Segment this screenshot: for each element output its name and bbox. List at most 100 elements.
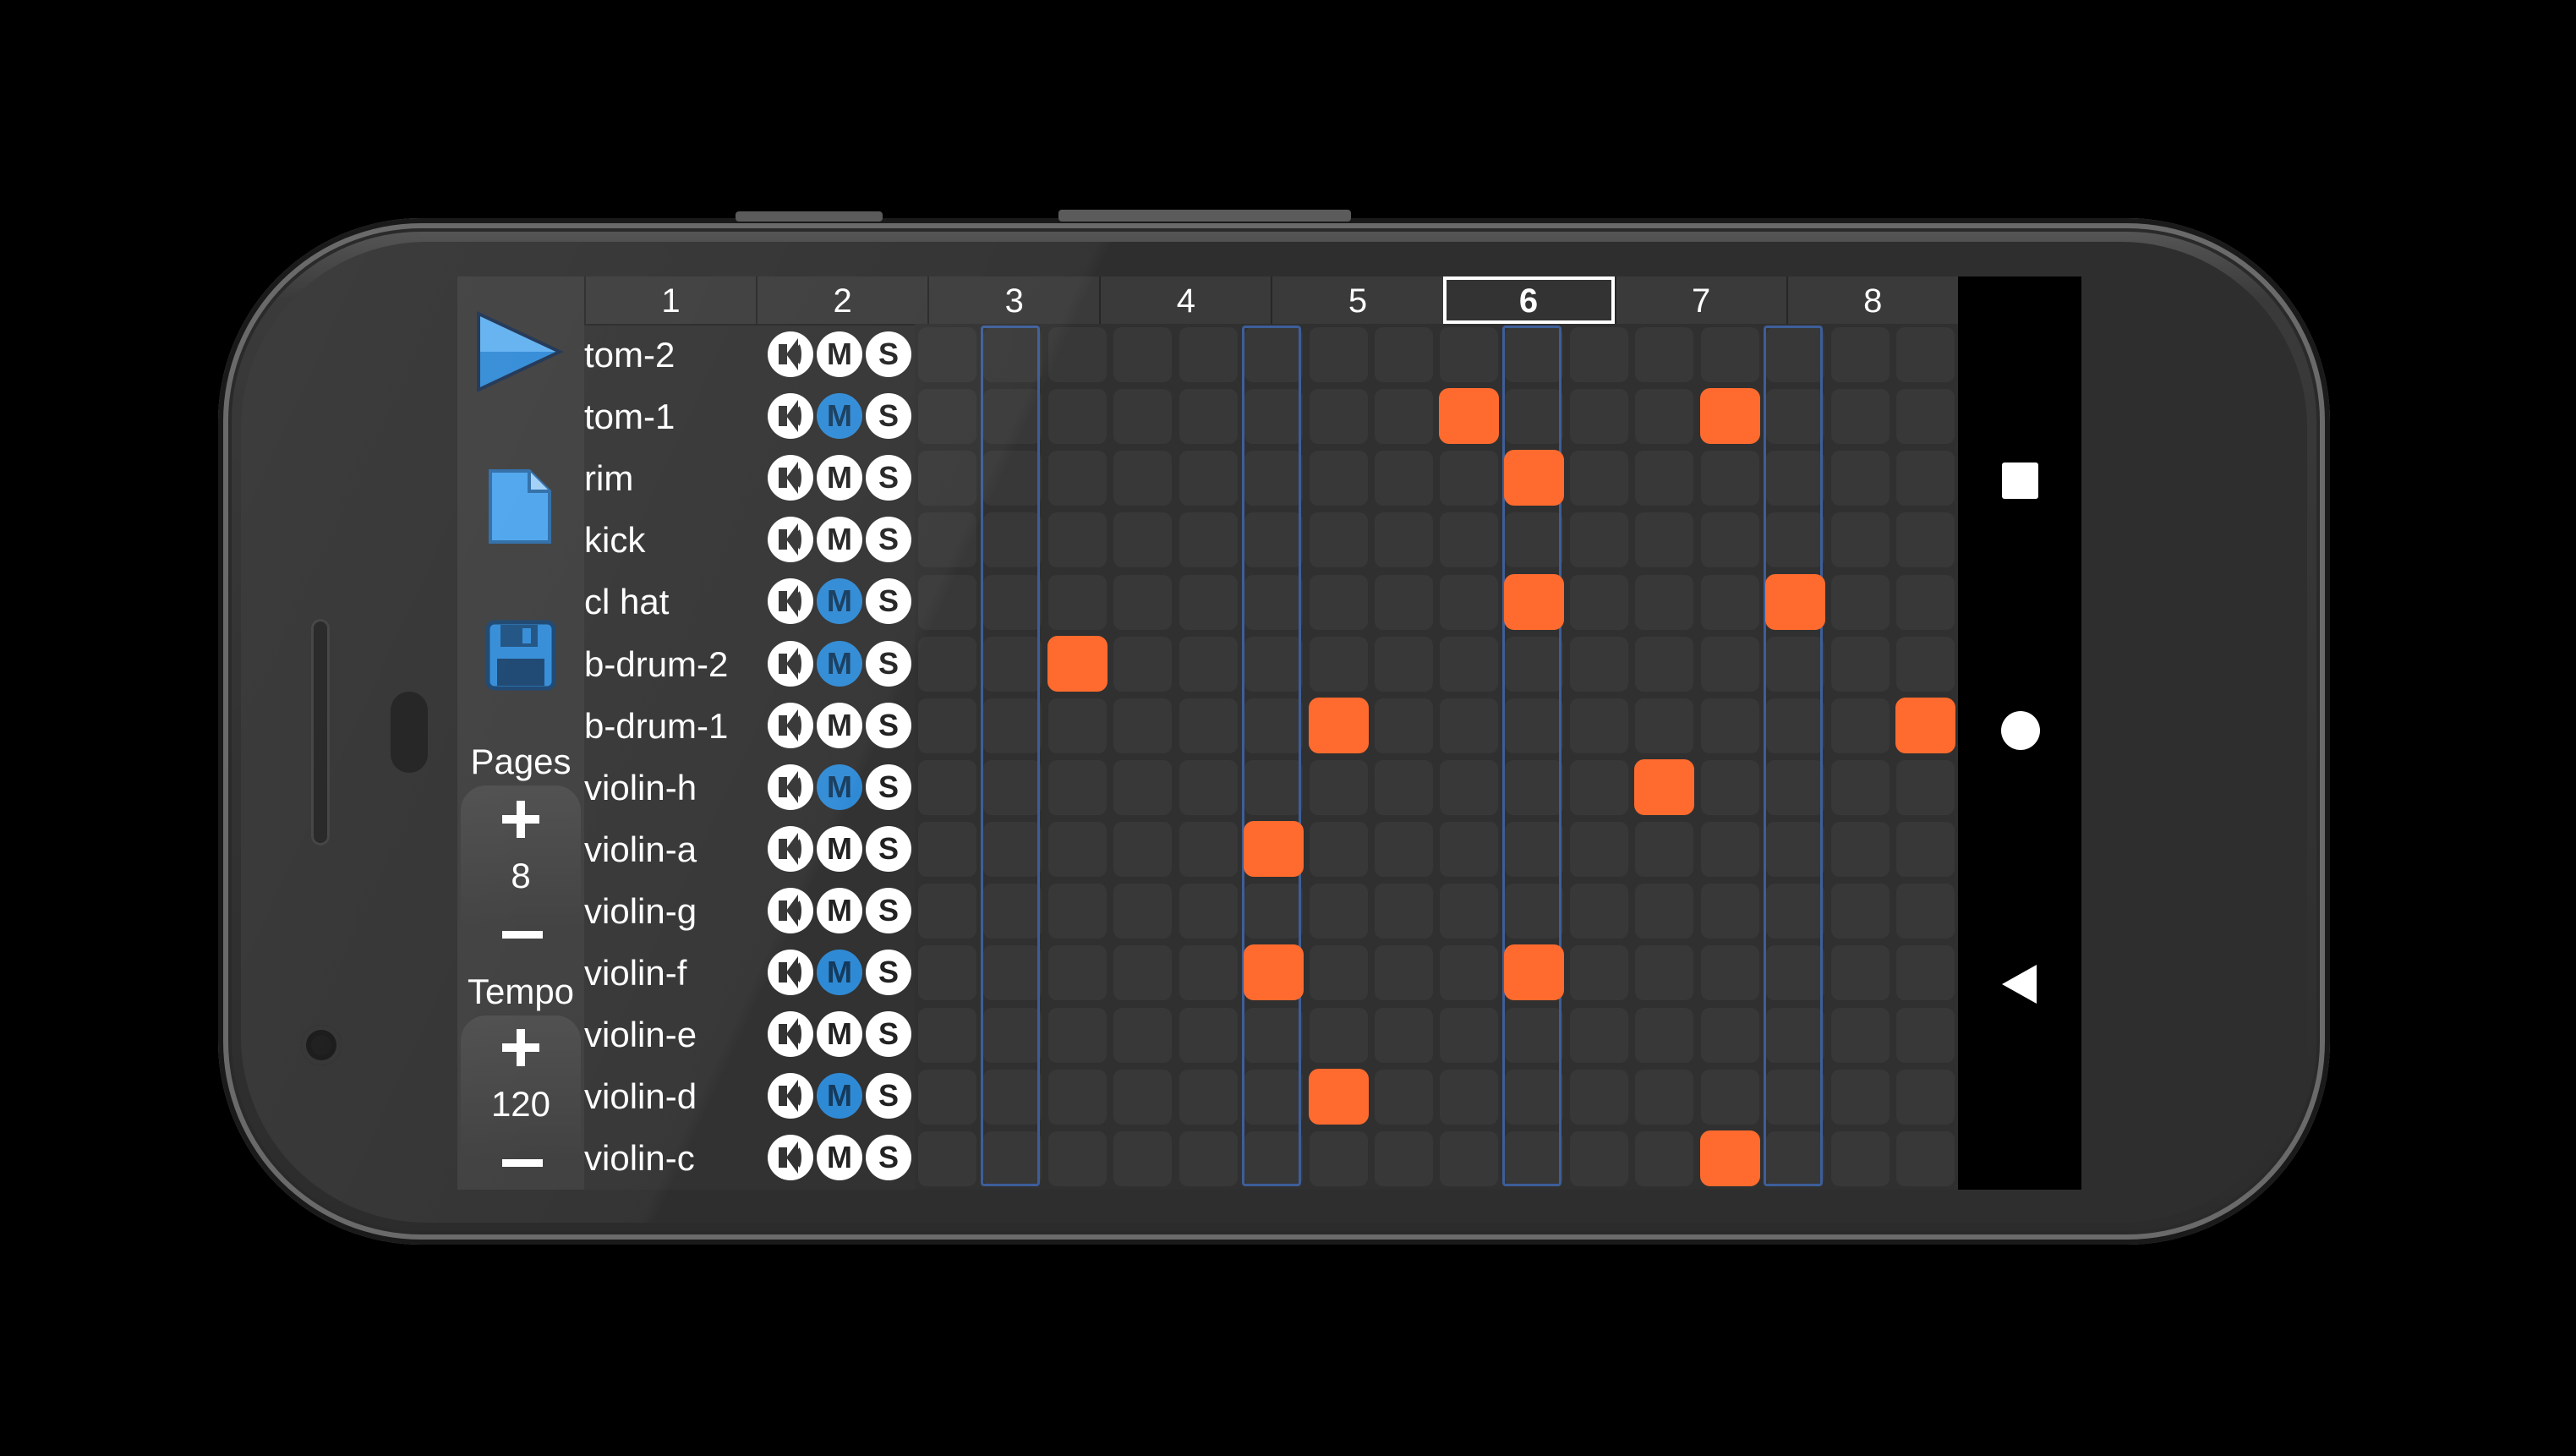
step-cell[interactable] [1048,945,1108,1001]
step-cell[interactable] [1830,327,1890,382]
step-cell[interactable] [1048,1130,1108,1186]
back-triangle-icon[interactable] [2002,965,2037,1004]
volume-icon[interactable] [768,640,813,687]
solo-button[interactable]: S [866,825,911,872]
volume-icon[interactable] [768,1073,813,1119]
step-cell[interactable] [1048,389,1108,445]
active-note[interactable] [1504,450,1565,506]
step-cell[interactable] [1048,451,1108,506]
step-cell[interactable] [1895,389,1955,445]
step-cell[interactable] [1570,1007,1629,1063]
step-cell[interactable] [1830,636,1890,692]
step-cell[interactable] [918,822,976,878]
step-cell[interactable] [1309,451,1368,506]
step-cell[interactable] [1570,451,1629,506]
step-cell[interactable] [1113,884,1173,939]
mute-button[interactable]: M [817,640,862,687]
step-cell[interactable] [1048,574,1108,630]
step-cell[interactable] [1830,512,1890,568]
volume-icon[interactable] [768,887,813,933]
step-cell[interactable] [1048,512,1108,568]
mute-button[interactable]: M [817,1011,862,1058]
step-cell[interactable] [1048,822,1108,878]
step-cell[interactable] [1374,760,1433,815]
step-cell[interactable] [918,327,976,382]
active-note[interactable] [1699,388,1760,445]
step-cell[interactable] [1179,822,1238,878]
step-cell[interactable] [1635,698,1694,753]
volume-icon[interactable] [768,825,813,872]
step-cell[interactable] [918,512,976,568]
solo-button[interactable]: S [866,578,911,625]
step-cell[interactable] [1440,327,1498,382]
mute-button[interactable]: M [817,331,862,377]
mute-button[interactable]: M [817,393,862,440]
step-cell[interactable] [1179,512,1238,568]
step-cell[interactable] [1895,945,1955,1001]
step-cell[interactable] [1700,1007,1759,1063]
step-cell[interactable] [1895,574,1955,630]
new-file-icon[interactable] [487,468,553,545]
step-cell[interactable] [918,760,976,815]
step-cell[interactable] [1374,945,1433,1001]
step-cell[interactable] [1830,698,1890,753]
mute-button[interactable]: M [817,578,862,625]
circle-icon[interactable] [2001,711,2040,750]
step-cell[interactable] [1830,451,1890,506]
solo-button[interactable]: S [866,1135,911,1181]
step-cell[interactable] [1830,760,1890,815]
step-cell[interactable] [1440,1069,1498,1125]
step-cell[interactable] [1635,822,1694,878]
save-icon[interactable] [485,620,556,691]
mute-button[interactable]: M [817,887,862,933]
step-cell[interactable] [1179,1130,1238,1186]
step-cell[interactable] [918,451,976,506]
step-cell[interactable] [1179,1007,1238,1063]
step-cell[interactable] [1113,822,1173,878]
step-cell[interactable] [918,1130,976,1186]
step-cell[interactable] [1895,760,1955,815]
step-cell[interactable] [1570,636,1629,692]
step-cell[interactable] [1440,698,1498,753]
step-cell[interactable] [1830,884,1890,939]
active-note[interactable] [1243,944,1304,1001]
active-note[interactable] [1308,697,1369,753]
step-cell[interactable] [1830,389,1890,445]
solo-button[interactable]: S [866,702,911,748]
step-cell[interactable] [1635,636,1694,692]
mute-button[interactable]: M [817,702,862,748]
step-cell[interactable] [1635,574,1694,630]
page-tab-7[interactable]: 7 [1614,276,1786,324]
step-cell[interactable] [1895,822,1955,878]
step-cell[interactable] [1374,574,1433,630]
step-cell[interactable] [1309,945,1368,1001]
step-cell[interactable] [1635,1069,1694,1125]
step-cell[interactable] [1440,760,1498,815]
step-cell[interactable] [1309,512,1368,568]
step-cell[interactable] [1374,636,1433,692]
volume-icon[interactable] [768,455,813,501]
mute-button[interactable]: M [817,764,862,810]
step-cell[interactable] [1309,1130,1368,1186]
step-cell[interactable] [1309,884,1368,939]
step-cell[interactable] [1635,451,1694,506]
pages-plus-button[interactable] [502,801,539,838]
step-cell[interactable] [1570,1130,1629,1186]
step-cell[interactable] [1440,574,1498,630]
step-cell[interactable] [1700,451,1759,506]
step-cell[interactable] [1374,327,1433,382]
step-cell[interactable] [1113,1130,1173,1186]
step-cell[interactable] [1570,698,1629,753]
page-tab-5[interactable]: 5 [1271,276,1443,324]
step-cell[interactable] [1309,822,1368,878]
step-cell[interactable] [1700,698,1759,753]
active-note[interactable] [1764,573,1825,630]
step-cell[interactable] [1048,1007,1108,1063]
page-tab-2[interactable]: 2 [756,276,928,324]
volume-icon[interactable] [768,517,813,563]
step-cell[interactable] [1309,760,1368,815]
step-cell[interactable] [1374,1069,1433,1125]
step-cell[interactable] [1309,1007,1368,1063]
mute-button[interactable]: M [817,1073,862,1119]
step-cell[interactable] [1895,451,1955,506]
